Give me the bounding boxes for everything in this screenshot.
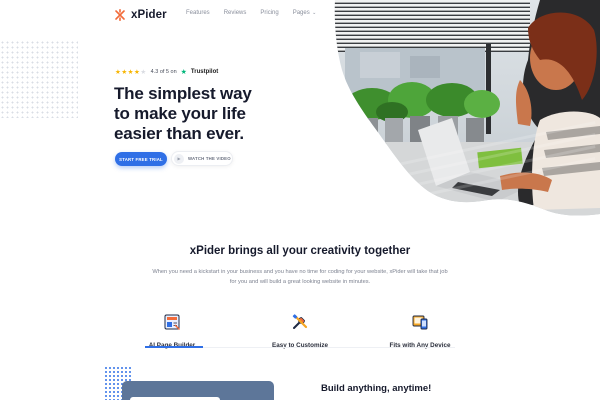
nav-item-pages[interactable]: Pages ⌄ (293, 10, 317, 16)
chevron-down-icon: ⌄ (310, 10, 317, 16)
brand-name: xPider (131, 9, 167, 21)
app-mockup-preview (122, 381, 274, 400)
section-description: When you need a kickstart in your busine… (152, 269, 448, 285)
devices-icon (412, 315, 428, 330)
watch-video-label: WATCH THE VIDEO (188, 156, 231, 161)
logo-icon (115, 9, 125, 21)
tab-ai-page-builder[interactable]: AI Page Builder (140, 313, 204, 349)
logo[interactable]: xPider (114, 8, 167, 22)
dot-pattern-decoration (0, 40, 78, 118)
start-free-trial-button[interactable]: START FREE TRIAL (115, 152, 167, 166)
nav-item-pages-label: Pages (292, 10, 310, 16)
headline-line: easier than ever. (114, 124, 244, 143)
play-icon: ▶ (174, 153, 184, 164)
headline-line: The simplest way (114, 84, 252, 103)
tab-easy-to-customize[interactable]: Easy to Customize (266, 313, 334, 349)
rating-summary: ★★★★★ 4.3 of 5 on ★ Trustpilot (115, 68, 218, 76)
rating-text: 4.3 of 5 on (150, 69, 177, 75)
section-title: xPider brings all your creativity togeth… (189, 245, 411, 257)
page-builder-icon (164, 314, 180, 330)
nav-item-features[interactable]: Features (186, 10, 210, 16)
trustpilot-star-icon: ★ (180, 69, 187, 76)
nav-item-reviews[interactable]: Reviews (224, 10, 247, 16)
watch-video-button[interactable]: ▶ WATCH THE VIDEO (171, 151, 233, 166)
trustpilot-name: Trustpilot (190, 69, 219, 75)
headline-line: to make your life (114, 104, 246, 123)
hero-headline: The simplest way to make your life easie… (114, 84, 314, 144)
build-anything-heading: Build anything, anytime! (321, 383, 432, 394)
tab-fits-any-device[interactable]: Fits with Any Device (384, 313, 456, 349)
active-tab-indicator (145, 346, 203, 348)
nav-item-pricing[interactable]: Pricing (260, 10, 278, 16)
star-rating-icon: ★★★★★ (115, 69, 147, 76)
main-nav: Features Reviews Pricing Pages ⌄ (186, 10, 316, 16)
tools-icon (292, 314, 308, 329)
